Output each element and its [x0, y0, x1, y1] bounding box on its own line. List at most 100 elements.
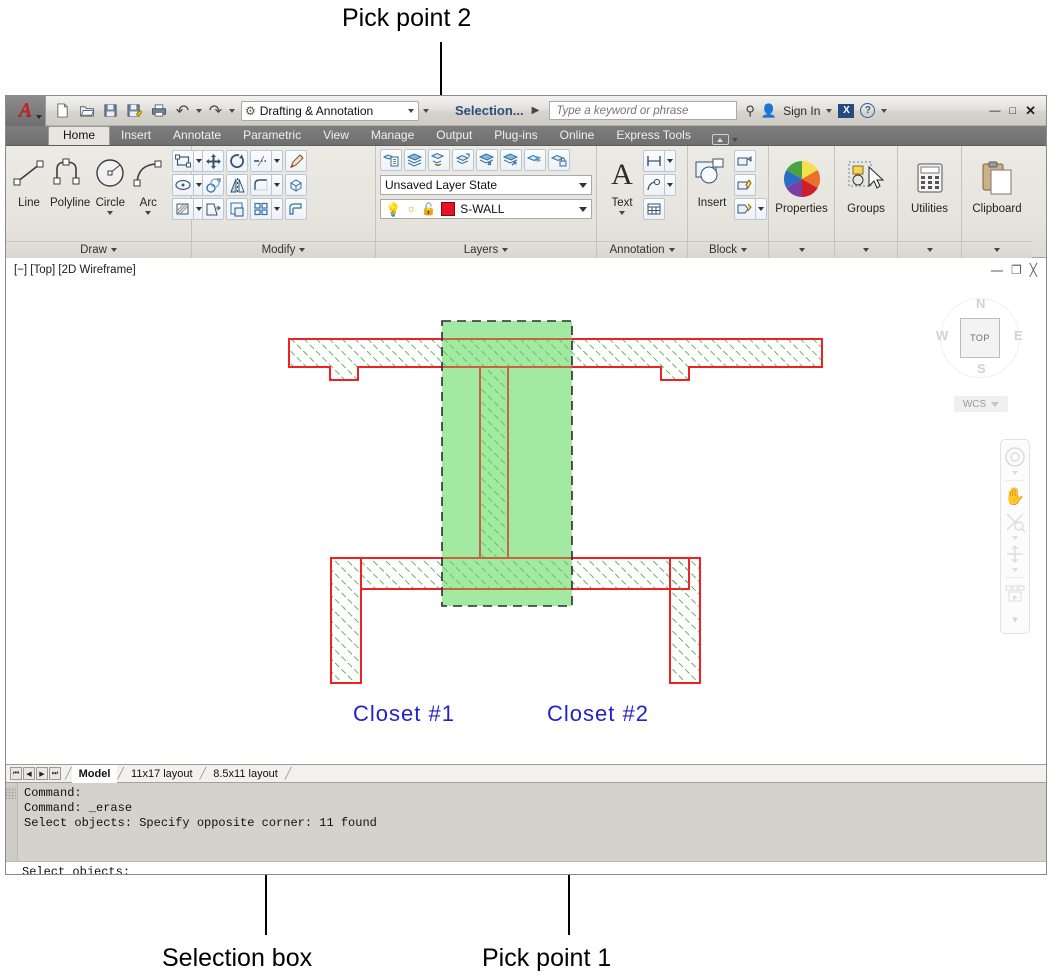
view-cube-south-label[interactable]: S [977, 361, 986, 376]
leader-tool[interactable] [643, 174, 676, 196]
layer-thaw-icon[interactable]: ☼ [406, 203, 416, 215]
panel-block-title[interactable]: Block [688, 241, 768, 258]
define-attributes-tool[interactable] [734, 198, 767, 220]
steering-wheel-icon[interactable] [1003, 446, 1027, 468]
layer-freeze-icon[interactable] [524, 149, 546, 171]
showmotion-icon[interactable] [1003, 583, 1027, 605]
chevron-down-icon[interactable] [1012, 536, 1018, 540]
undo-icon[interactable]: ↶ [172, 100, 193, 121]
navigation-bar[interactable]: ✋ ▾ [1000, 439, 1030, 634]
layer-previous-icon[interactable] [404, 149, 426, 171]
pan-hand-icon[interactable]: ✋ [1003, 486, 1027, 508]
create-block-tool[interactable] [734, 150, 756, 172]
close-button[interactable]: ✕ [1025, 103, 1036, 119]
layout-tab-85x11[interactable]: 8.5x11 layout [206, 765, 285, 783]
rotate-tool[interactable] [226, 150, 248, 172]
layer-match-icon[interactable] [428, 149, 450, 171]
fillet-tool[interactable] [250, 174, 283, 196]
command-window-grip[interactable] [6, 783, 18, 861]
chevron-down-icon[interactable] [107, 211, 114, 215]
orbit-icon[interactable] [1003, 543, 1027, 565]
first-layout-button[interactable]: ⏮ [10, 767, 22, 780]
ellipse-icon[interactable] [172, 174, 195, 196]
layer-lock-icon[interactable] [548, 149, 570, 171]
explode-tool[interactable] [285, 174, 307, 196]
tab-plug-ins[interactable]: Plug-ins [483, 126, 548, 145]
fillet-icon[interactable] [250, 174, 272, 196]
dimension-tool[interactable] [643, 150, 676, 172]
groups-tool[interactable]: Groups [839, 156, 893, 215]
chevron-down-icon[interactable] [1012, 568, 1018, 572]
tab-parametric[interactable]: Parametric [232, 126, 312, 145]
redo-dropdown-icon[interactable] [229, 108, 235, 113]
layer-color-swatch[interactable] [441, 202, 456, 216]
next-layout-button[interactable]: ▶ [36, 767, 48, 780]
view-cube-top-face[interactable]: TOP [960, 318, 1000, 358]
chevron-down-icon[interactable] [272, 150, 283, 172]
minimize-button[interactable]: — [989, 105, 1000, 117]
panel-draw-title[interactable]: Draw [6, 241, 191, 258]
redo-icon[interactable]: ↷ [205, 100, 226, 121]
dimension-icon[interactable] [643, 150, 665, 172]
chevron-down-icon[interactable] [619, 211, 625, 215]
trim-icon[interactable] [250, 150, 272, 172]
panel-layers-title[interactable]: Layers [376, 241, 596, 258]
navbar-options-icon[interactable]: ▾ [1003, 608, 1027, 630]
new-icon[interactable] [52, 100, 73, 121]
tab-express-tools[interactable]: Express Tools [605, 126, 701, 145]
floor-plan-drawing[interactable]: Closet #1 Closet #2 [6, 258, 1046, 765]
maximize-button[interactable]: □ [1009, 105, 1016, 117]
tab-annotate[interactable]: Annotate [162, 126, 232, 145]
layer-on-icon[interactable]: 💡 [385, 203, 401, 216]
clipboard-tool[interactable]: Clipboard [966, 156, 1028, 215]
insert-tool[interactable]: Insert [692, 150, 732, 209]
circle-tool[interactable]: Circle [92, 150, 128, 215]
tab-insert[interactable]: Insert [110, 126, 162, 145]
copy-tool[interactable] [202, 174, 224, 196]
qat-overflow-icon[interactable] [423, 108, 429, 113]
tab-view[interactable]: View [312, 126, 360, 145]
sign-in-button[interactable]: Sign In [783, 104, 820, 118]
chevron-down-icon[interactable] [1012, 471, 1018, 475]
rectangle-icon[interactable] [172, 150, 195, 172]
layer-make-current-icon[interactable] [452, 149, 474, 171]
layout-tab-11x17[interactable]: 11x17 layout [124, 765, 200, 783]
layer-properties-icon[interactable] [380, 149, 402, 171]
ribbon-minimize-button[interactable] [711, 134, 738, 145]
chevron-down-icon[interactable] [579, 206, 587, 212]
tab-online[interactable]: Online [549, 126, 606, 145]
drawing-canvas[interactable]: [−] [Top] [2D Wireframe] ⎯⎯ ❐ ╳ Closet #… [6, 258, 1046, 765]
table-tool[interactable] [643, 198, 665, 220]
array-tool[interactable] [250, 198, 283, 220]
text-tool[interactable]: A Text [603, 150, 641, 215]
chevron-down-icon[interactable] [408, 108, 414, 113]
plot-icon[interactable] [148, 100, 169, 121]
chevron-down-icon[interactable] [665, 174, 676, 196]
search-input[interactable] [554, 103, 733, 118]
save-as-icon[interactable] [124, 100, 145, 121]
user-avatar-icon[interactable]: 👤 [761, 103, 777, 119]
tab-manage[interactable]: Manage [360, 126, 425, 145]
layer-state-combo[interactable]: Unsaved Layer State [380, 175, 592, 195]
layout-tab-model[interactable]: Model [71, 764, 118, 783]
help-icon[interactable]: ? [860, 103, 876, 118]
polyline-tool[interactable]: Polyline [50, 150, 90, 209]
scale-tool[interactable] [226, 198, 248, 220]
panel-modify-title[interactable]: Modify [192, 241, 375, 258]
leader-icon[interactable] [643, 174, 665, 196]
search-field-wrapper[interactable] [549, 101, 738, 120]
move-tool[interactable] [202, 150, 224, 172]
layer-isolate-icon[interactable] [500, 149, 522, 171]
utilities-tool[interactable]: Utilities [902, 156, 957, 215]
application-menu-button[interactable]: A [6, 96, 46, 126]
sign-in-dropdown-icon[interactable] [826, 108, 833, 113]
panel-groups-title[interactable] [835, 241, 897, 258]
chevron-down-icon[interactable] [756, 198, 767, 220]
view-cube[interactable]: N S E W TOP WCS [932, 288, 1028, 412]
hatch-icon[interactable] [172, 198, 195, 220]
view-cube-west-label[interactable]: W [936, 328, 948, 343]
workspace-switcher[interactable]: ⚙ Draw Drafting & Annotation [241, 100, 419, 121]
chevron-down-icon[interactable] [579, 182, 587, 188]
panel-annotation-title[interactable]: Annotation [597, 241, 687, 258]
chevron-down-icon[interactable] [665, 150, 676, 172]
